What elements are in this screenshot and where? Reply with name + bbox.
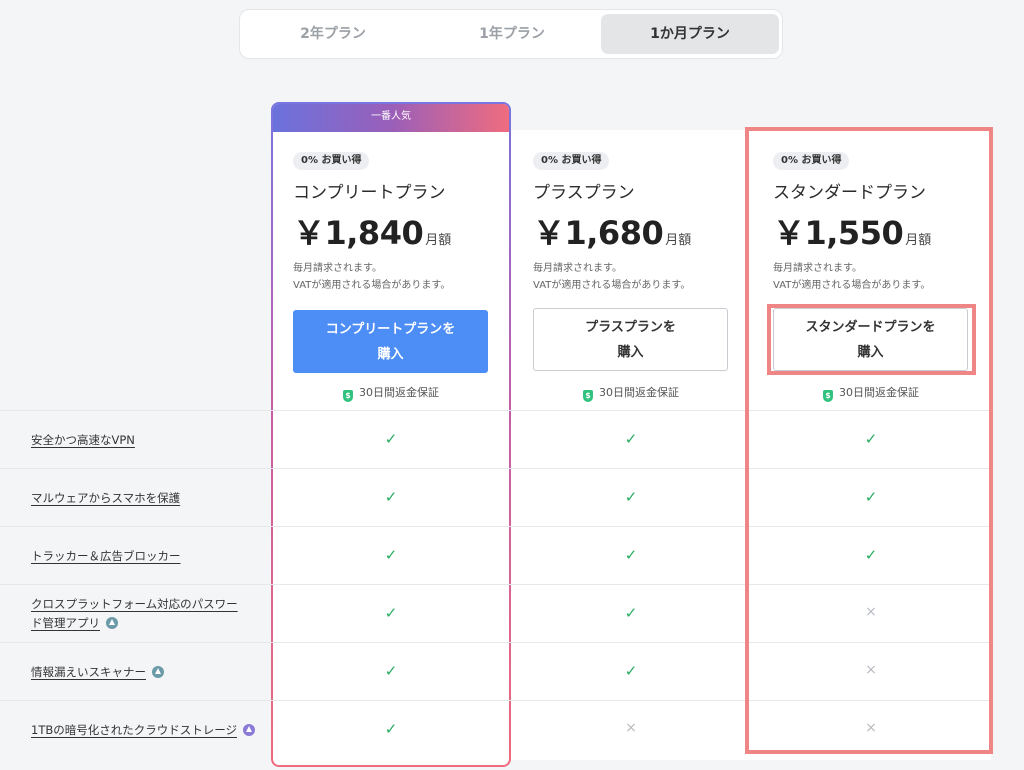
check-icon: ✓ <box>864 488 878 506</box>
feature-cloud-storage[interactable]: 1TBの暗号化されたクラウドストレージ <box>31 721 271 740</box>
shield-icon: $ <box>823 390 833 402</box>
tab-1-year[interactable]: 1年プラン <box>423 14 601 54</box>
discount-badge: 0% お買い得 <box>533 152 610 170</box>
money-back-guarantee: $30日間返金保証 <box>273 386 509 402</box>
cross-icon: × <box>865 662 877 678</box>
billing-note: 毎月請求されます。 VATが適用される場合があります。 <box>533 260 690 294</box>
plan-duration-tabs: 2年プラン 1年プラン 1か月プラン <box>239 9 783 59</box>
check-icon: ✓ <box>384 604 398 622</box>
button-label-line2: 購入 <box>377 346 404 362</box>
price-amount: ￥1,840 <box>293 214 424 252</box>
guarantee-text: 30日間返金保証 <box>359 386 439 399</box>
cross-icon: × <box>625 720 637 736</box>
buy-plus-button[interactable]: プラスプランを 購入 <box>533 308 728 371</box>
feature-breach-scanner[interactable]: 情報漏えいスキャナー <box>31 663 251 682</box>
billing-note-line: 毎月請求されます。 <box>773 263 862 274</box>
feature-vpn[interactable]: 安全かつ高速なVPN <box>31 431 251 450</box>
vat-note-line: VATが適用される場合があります。 <box>773 280 931 291</box>
check-icon: ✓ <box>384 546 398 564</box>
row-divider <box>0 410 991 411</box>
info-icon[interactable] <box>152 666 164 678</box>
billing-note-line: 毎月請求されます。 <box>293 263 382 274</box>
check-icon: ✓ <box>384 488 398 506</box>
button-label-line1: プラスプランを <box>585 319 676 335</box>
tab-2-year[interactable]: 2年プラン <box>244 14 422 54</box>
price-amount: ￥1,550 <box>773 214 904 252</box>
buy-complete-button[interactable]: コンプリートプランを 購入 <box>293 310 488 373</box>
plan-name: コンプリートプラン <box>293 183 446 203</box>
feature-label: クロスプラットフォーム対応のパスワード管理アプリ <box>31 597 238 630</box>
guarantee-text: 30日間返金保証 <box>839 386 919 399</box>
feature-malware-protection[interactable]: マルウェアからスマホを保護 <box>31 489 251 508</box>
check-icon: ✓ <box>624 604 638 622</box>
row-divider <box>0 700 991 701</box>
price-period: 月額 <box>425 233 452 248</box>
plan-name: プラスプラン <box>533 183 635 203</box>
money-back-guarantee: $30日間返金保証 <box>751 386 991 402</box>
check-icon: ✓ <box>624 430 638 448</box>
plan-price: ￥1,550 月額 <box>773 208 931 254</box>
row-divider <box>0 526 991 527</box>
feature-label: 安全かつ高速なVPN <box>31 433 135 447</box>
check-icon: ✓ <box>384 662 398 680</box>
check-icon: ✓ <box>864 430 878 448</box>
price-period: 月額 <box>665 233 692 248</box>
billing-note: 毎月請求されます。 VATが適用される場合があります。 <box>293 260 450 294</box>
feature-label: マルウェアからスマホを保護 <box>31 491 181 505</box>
feature-label: トラッカー＆広告ブロッカー <box>31 549 181 563</box>
feature-label: 1TBの暗号化されたクラウドストレージ <box>31 723 237 737</box>
info-icon[interactable] <box>243 724 255 736</box>
plan-price: ￥1,680 月額 <box>533 208 691 254</box>
billing-note: 毎月請求されます。 VATが適用される場合があります。 <box>773 260 930 294</box>
button-label-line2: 購入 <box>617 344 644 360</box>
cross-icon: × <box>865 604 877 620</box>
check-icon: ✓ <box>384 430 398 448</box>
button-label-line1: コンプリートプランを <box>325 321 456 337</box>
guarantee-text: 30日間返金保証 <box>599 386 679 399</box>
plan-name: スタンダードプラン <box>773 183 926 203</box>
buy-standard-button[interactable]: スタンダードプランを 購入 <box>773 308 968 371</box>
vat-note-line: VATが適用される場合があります。 <box>533 280 691 291</box>
button-label-line1: スタンダードプランを <box>805 319 936 335</box>
shield-icon: $ <box>583 390 593 402</box>
money-back-guarantee: $30日間返金保証 <box>511 386 751 402</box>
price-amount: ￥1,680 <box>533 214 664 252</box>
cross-icon: × <box>865 720 877 736</box>
check-icon: ✓ <box>864 546 878 564</box>
discount-badge: 0% お買い得 <box>293 152 370 170</box>
check-icon: ✓ <box>624 662 638 680</box>
vat-note-line: VATが適用される場合があります。 <box>293 280 451 291</box>
row-divider <box>0 642 991 643</box>
feature-label: 情報漏えいスキャナー <box>31 665 146 679</box>
check-icon: ✓ <box>384 720 398 738</box>
feature-tracker-ad-blocker[interactable]: トラッカー＆広告ブロッカー <box>31 547 251 566</box>
row-divider <box>0 468 991 469</box>
tab-1-month[interactable]: 1か月プラン <box>601 14 779 54</box>
most-popular-ribbon: 一番人気 <box>273 104 509 132</box>
discount-badge: 0% お買い得 <box>773 152 850 170</box>
row-divider <box>0 584 991 585</box>
info-icon[interactable] <box>106 617 118 629</box>
feature-password-manager[interactable]: クロスプラットフォーム対応のパスワード管理アプリ <box>31 595 246 633</box>
price-period: 月額 <box>905 233 932 248</box>
billing-note-line: 毎月請求されます。 <box>533 263 622 274</box>
plan-price: ￥1,840 月額 <box>293 208 451 254</box>
check-icon: ✓ <box>624 546 638 564</box>
button-label-line2: 購入 <box>857 344 884 360</box>
check-icon: ✓ <box>624 488 638 506</box>
shield-icon: $ <box>343 390 353 402</box>
